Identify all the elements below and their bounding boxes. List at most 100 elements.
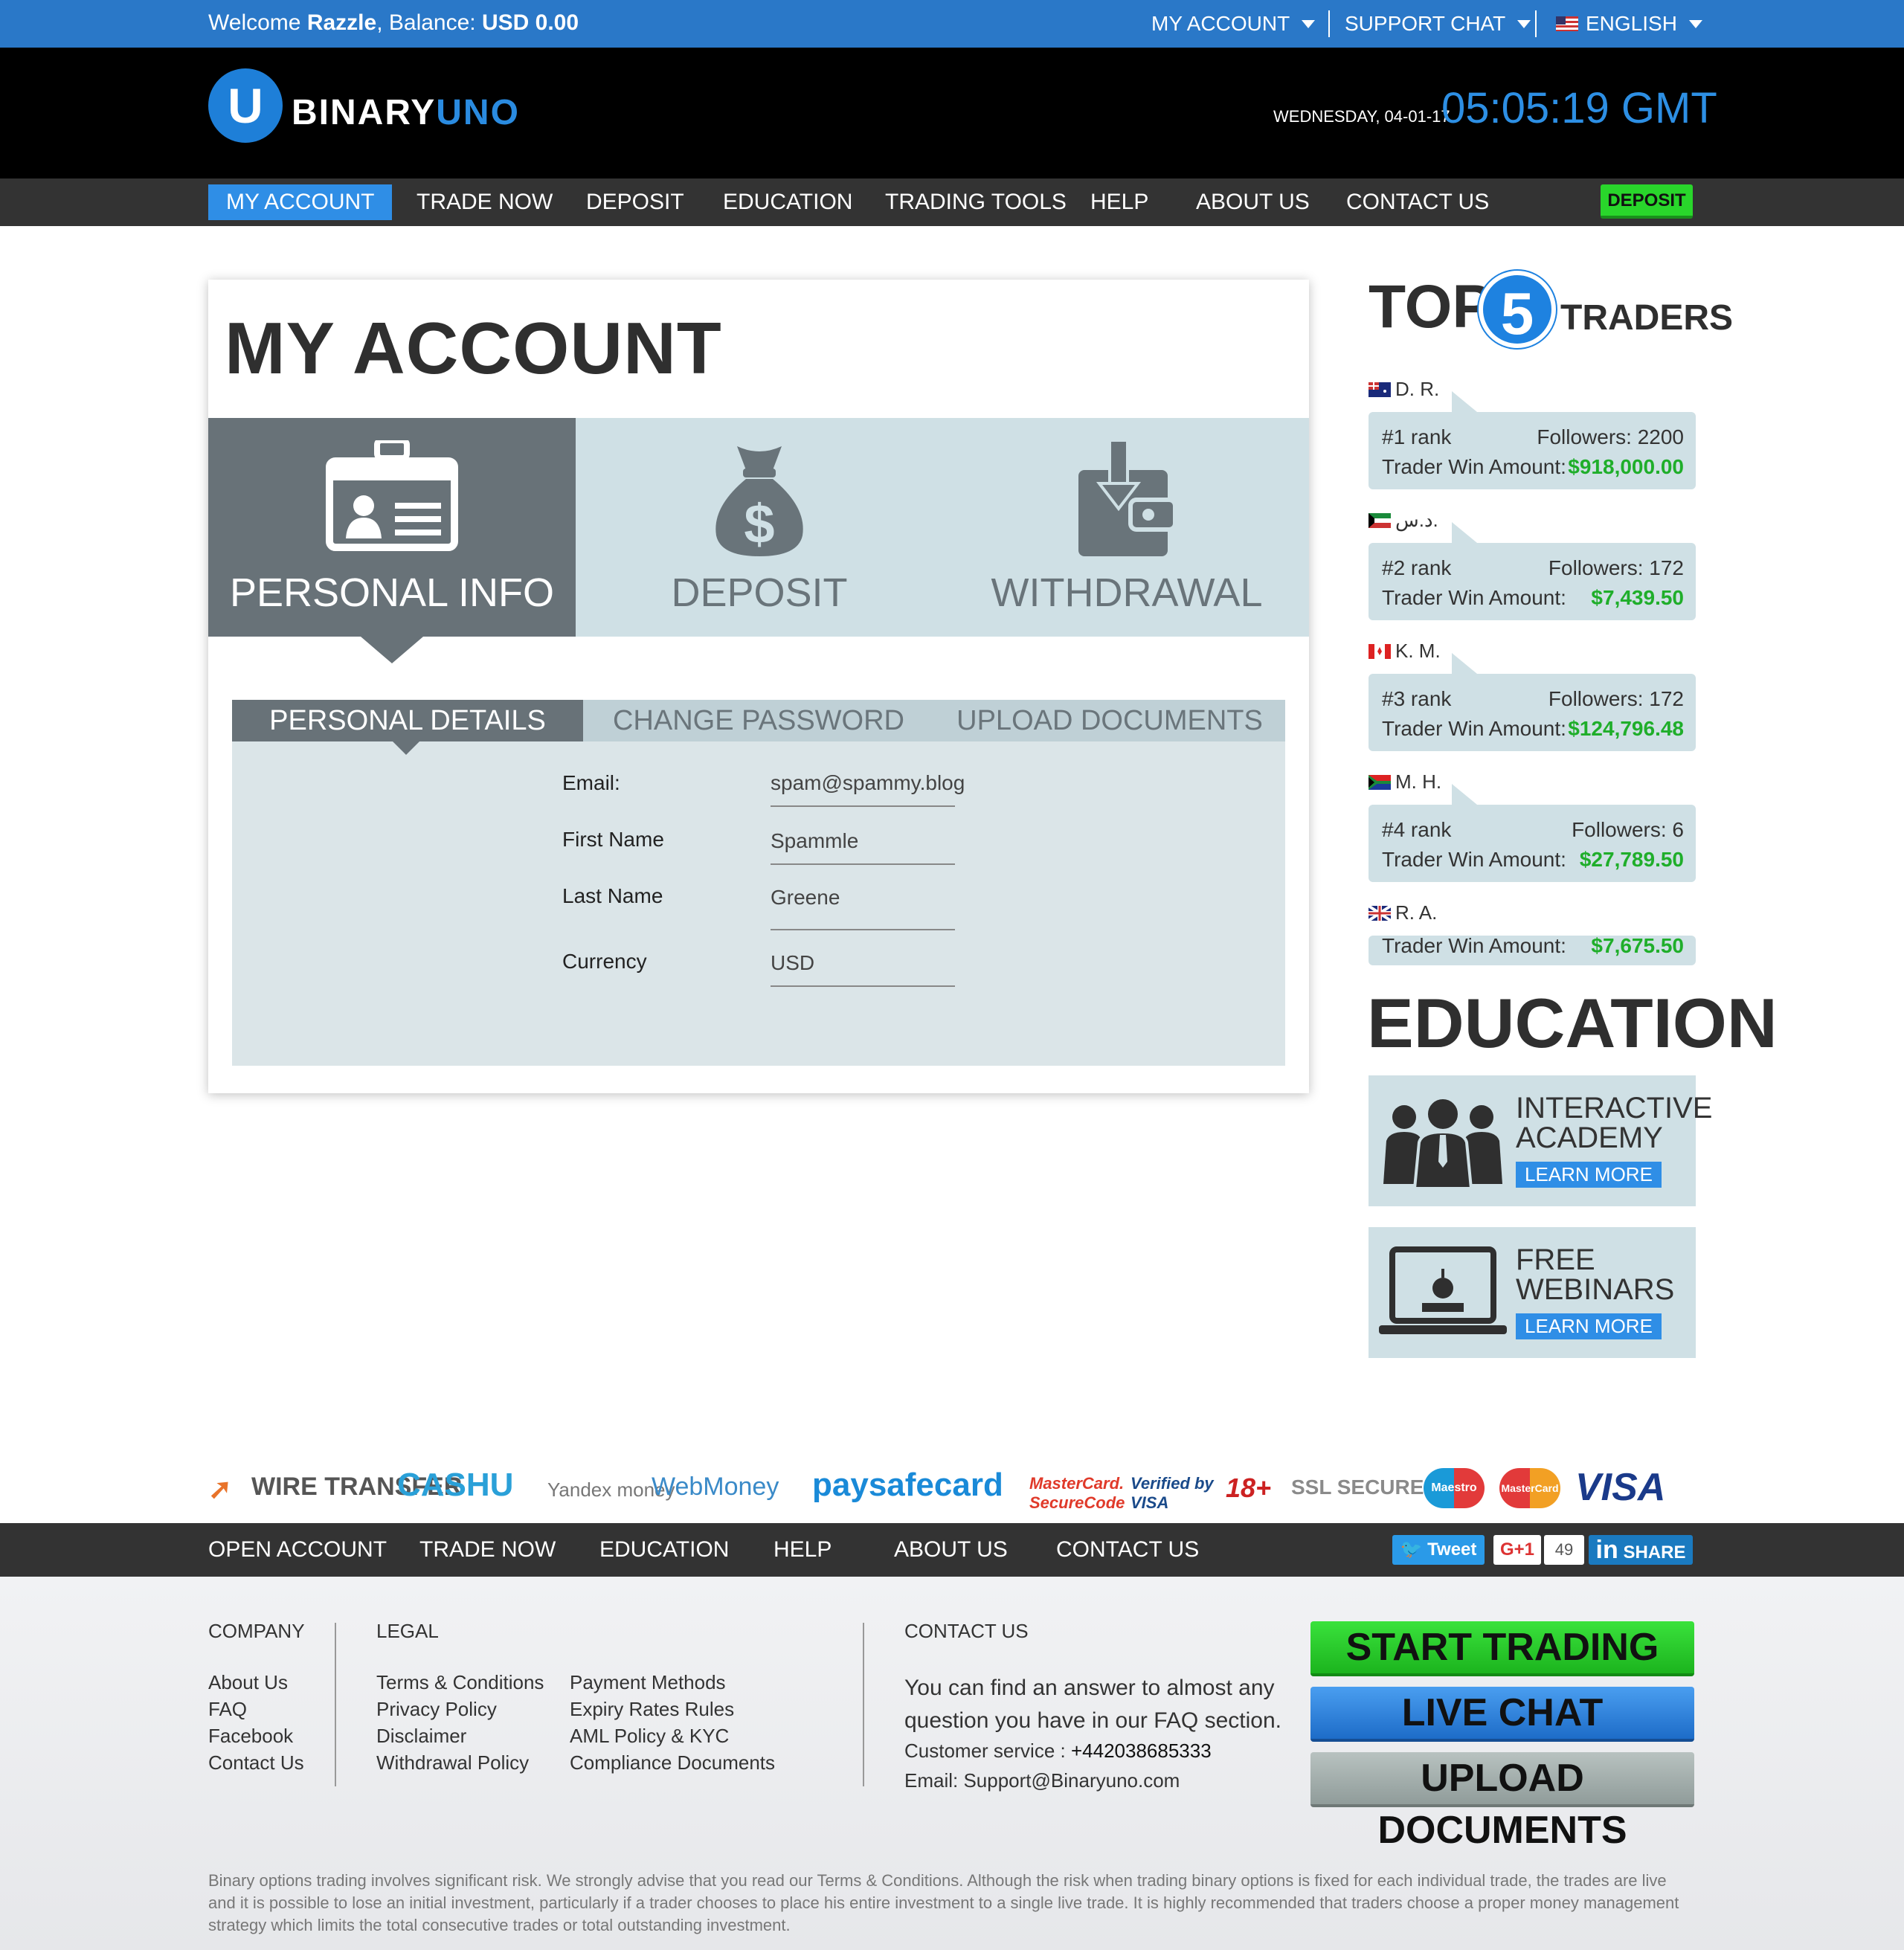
- nav-my-account[interactable]: MY ACCOUNT: [208, 184, 393, 220]
- footer-nav-open-account[interactable]: OPEN ACCOUNT: [208, 1523, 387, 1577]
- customer-service-phone[interactable]: +442038685333: [1071, 1740, 1212, 1762]
- footer-link-privacy[interactable]: Privacy Policy: [376, 1696, 497, 1722]
- maestro-logo: Maestro: [1424, 1468, 1485, 1508]
- education-heading: EDUCATION: [1367, 984, 1778, 1062]
- tweet-button[interactable]: 🐦 Tweet: [1392, 1535, 1485, 1565]
- nav-about-us[interactable]: ABOUT US: [1196, 178, 1310, 226]
- chevron-down-icon: [1688, 19, 1702, 28]
- legal-heading: LEGAL: [376, 1620, 439, 1642]
- win-amount-label: Trader Win Amount:: [1382, 936, 1566, 957]
- upload-documents-button[interactable]: UPLOAD DOCUMENTS: [1310, 1752, 1694, 1852]
- footer-link-expiry-rates[interactable]: Expiry Rates Rules: [570, 1696, 734, 1722]
- nav-trading-tools[interactable]: TRADING TOOLS: [885, 178, 1067, 226]
- trader-name-text: D. R.: [1395, 378, 1440, 400]
- footer-link-payment-methods[interactable]: Payment Methods: [570, 1669, 726, 1696]
- trader-card[interactable]: #3 rank Followers: 172 Trader Win Amount…: [1368, 653, 1696, 751]
- language-menu[interactable]: ENGLISH: [1556, 12, 1702, 36]
- free-webinars-card[interactable]: FREE WEBINARS LEARN MORE: [1368, 1227, 1696, 1358]
- footer-nav-help[interactable]: HELP: [774, 1523, 832, 1577]
- learn-more-button[interactable]: LEARN MORE: [1516, 1162, 1662, 1188]
- footer-link-about-us[interactable]: About Us: [208, 1669, 288, 1696]
- last-name-field[interactable]: Greene: [771, 886, 955, 930]
- learn-more-button[interactable]: LEARN MORE: [1516, 1313, 1662, 1339]
- us-flag-icon: [1556, 16, 1578, 31]
- account-panel: MY ACCOUNT PERSONAL INFO $ DEPOSIT WITHD…: [208, 280, 1309, 1093]
- google-plus-button[interactable]: G+1: [1493, 1535, 1541, 1565]
- trader-card[interactable]: Trader Win Amount: $7,675.50: [1368, 936, 1696, 965]
- interactive-academy-card[interactable]: INTERACTIVE ACADEMY LEARN MORE: [1368, 1075, 1712, 1206]
- tweet-label: Tweet: [1427, 1539, 1477, 1560]
- top-traders-title: TOP: [1368, 273, 1493, 341]
- nav-deposit[interactable]: DEPOSIT: [586, 178, 684, 226]
- customer-service: Customer service : +442038685333: [904, 1737, 1212, 1764]
- active-subtab-pointer: [393, 741, 419, 755]
- start-trading-button[interactable]: START TRADING: [1310, 1621, 1694, 1676]
- support-chat-menu[interactable]: SUPPORT CHAT: [1345, 12, 1531, 36]
- tab-upload-documents[interactable]: UPLOAD DOCUMENTS: [934, 700, 1285, 741]
- footer-link-facebook[interactable]: Facebook: [208, 1722, 293, 1749]
- contact-heading: CONTACT US: [904, 1620, 1029, 1642]
- group-people-icon: [1383, 1096, 1502, 1188]
- support-email[interactable]: Email: Support@Binaryuno.com: [904, 1767, 1180, 1794]
- footer-link-terms[interactable]: Terms & Conditions: [376, 1669, 544, 1696]
- footer-nav-contact-us[interactable]: CONTACT US: [1056, 1523, 1199, 1577]
- top-bar: Welcome Razzle, Balance: USD 0.00 MY ACC…: [0, 0, 1904, 48]
- email-field[interactable]: spam@spammy.blog: [771, 771, 965, 807]
- academy-title-line2: ACADEMY: [1516, 1122, 1663, 1154]
- webinars-title-line2: WEBINARS: [1516, 1273, 1675, 1306]
- tab-change-password[interactable]: CHANGE PASSWORD: [583, 700, 934, 741]
- nav-contact-us[interactable]: CONTACT US: [1346, 178, 1489, 226]
- logo-text-binary: BINARY: [292, 93, 437, 132]
- australia-flag-icon: [1368, 382, 1391, 397]
- kuwait-flag-icon: [1368, 512, 1391, 528]
- trader-card[interactable]: #2 rank Followers: 172 Trader Win Amount…: [1368, 522, 1696, 620]
- contact-text-line2: question you have in our FAQ section.: [904, 1708, 1281, 1733]
- footer-nav-about-us[interactable]: ABOUT US: [894, 1523, 1008, 1577]
- wallet-icon: [1071, 439, 1183, 562]
- contact-text-line1: You can find an answer to almost any: [904, 1676, 1275, 1700]
- win-amount: $7,675.50: [1591, 936, 1684, 957]
- currency-field[interactable]: USD: [771, 951, 955, 987]
- tab-personal-info[interactable]: PERSONAL INFO: [208, 418, 576, 637]
- footer-link-disclaimer[interactable]: Disclaimer: [376, 1722, 466, 1749]
- logo[interactable]: BINARYUNO: [292, 92, 520, 133]
- nav-trade-now[interactable]: TRADE NOW: [416, 178, 553, 226]
- footer-link-aml-policy[interactable]: AML Policy & KYC: [570, 1722, 729, 1749]
- nav-education[interactable]: EDUCATION: [723, 178, 852, 226]
- live-chat-button[interactable]: LIVE CHAT: [1310, 1687, 1694, 1742]
- chevron-down-icon: [1517, 19, 1531, 28]
- age-18-plus-logo: 18+: [1226, 1473, 1272, 1503]
- trader-name: د.س.: [1368, 509, 1438, 532]
- logo-icon[interactable]: U: [208, 68, 283, 143]
- first-name-field[interactable]: Spammle: [771, 829, 955, 865]
- laptop-icon: [1379, 1246, 1507, 1334]
- trader-card[interactable]: #4 rank Followers: 6 Trader Win Amount: …: [1368, 784, 1696, 882]
- nav-help[interactable]: HELP: [1090, 178, 1148, 226]
- divider: [335, 1623, 336, 1786]
- svg-text:$: $: [744, 493, 774, 555]
- tab-withdrawal[interactable]: WITHDRAWAL: [943, 418, 1310, 637]
- footer-link-faq[interactable]: FAQ: [208, 1696, 247, 1722]
- footer-link-withdrawal-policy[interactable]: Withdrawal Policy: [376, 1749, 529, 1776]
- support-chat-label: SUPPORT CHAT: [1345, 12, 1506, 35]
- trader-name: K. M.: [1368, 640, 1441, 663]
- win-amount-label: Trader Win Amount:: [1382, 586, 1566, 609]
- customer-service-label: Customer service :: [904, 1740, 1066, 1762]
- trader-rank: #1 rank: [1382, 425, 1452, 448]
- trader-card[interactable]: #1 rank Followers: 2200 Trader Win Amoun…: [1368, 391, 1696, 489]
- footer-nav-education[interactable]: EDUCATION: [599, 1523, 729, 1577]
- tab-deposit[interactable]: $ DEPOSIT: [576, 418, 943, 637]
- footer-link-contact-us[interactable]: Contact Us: [208, 1749, 304, 1776]
- footer-link-compliance-documents[interactable]: Compliance Documents: [570, 1749, 775, 1776]
- linkedin-share-button[interactable]: in SHARE: [1589, 1535, 1693, 1565]
- win-amount: $124,796.48: [1568, 717, 1684, 740]
- footer-nav-trade-now[interactable]: TRADE NOW: [419, 1523, 556, 1577]
- tab-personal-details[interactable]: PERSONAL DETAILS: [232, 700, 583, 741]
- deposit-button[interactable]: DEPOSIT: [1601, 184, 1693, 219]
- south-africa-flag-icon: [1368, 774, 1391, 790]
- currency-label: Currency: [562, 950, 647, 973]
- language-label: ENGLISH: [1586, 12, 1677, 35]
- id-card-icon: [325, 437, 459, 555]
- my-account-menu[interactable]: MY ACCOUNT: [1151, 12, 1316, 36]
- win-amount: $7,439.50: [1591, 586, 1684, 609]
